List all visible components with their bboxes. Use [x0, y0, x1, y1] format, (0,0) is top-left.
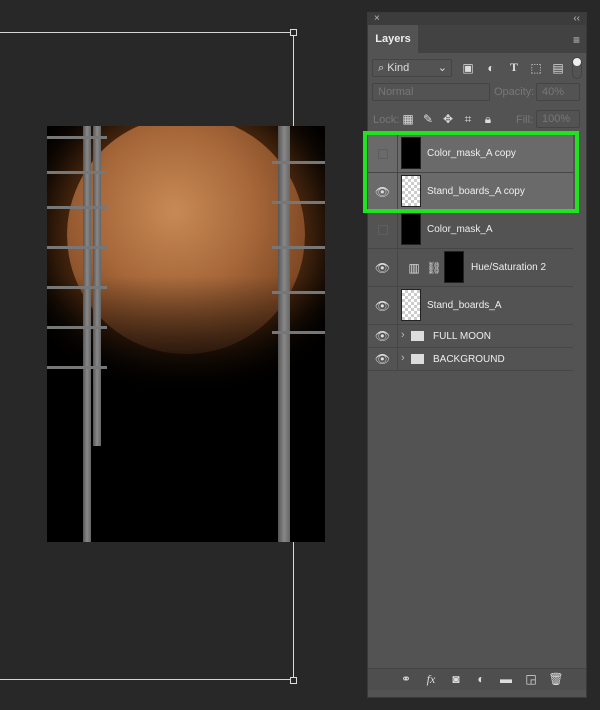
filter-kind-select[interactable]: ⌕ Kind ⌄	[372, 59, 452, 77]
mask-icon[interactable]: ◙	[448, 672, 464, 686]
layer-name: Hue/Saturation 2	[471, 262, 547, 273]
hue-saturation-icon: ▥	[408, 261, 420, 275]
filter-kind-label: Kind	[387, 62, 410, 74]
folder-icon	[411, 331, 424, 341]
adjustment-filter-icon[interactable]: ◐	[483, 61, 499, 75]
mask-thumbnail	[444, 251, 464, 283]
chevron-down-icon: ⌄	[437, 62, 447, 74]
hamburger-icon[interactable]: ≡	[573, 33, 580, 47]
ladder-rung	[272, 201, 325, 204]
smart-object-filter-icon[interactable]: ▤	[550, 61, 566, 75]
lock-transparent-icon[interactable]: ▦	[400, 112, 416, 126]
layers-panel: × ‹‹ Layers ≡ ⌕ Kind ⌄ ▣ ◐ T ⬚ ▤ Normal Opa…	[367, 12, 587, 698]
tab-layers[interactable]: Layers	[368, 25, 418, 53]
eye-icon[interactable]: 👁︎	[368, 249, 398, 286]
ladder-rung	[47, 366, 107, 369]
eye-icon[interactable]: 👁︎	[368, 348, 398, 370]
fx-icon[interactable]: fx	[423, 672, 439, 687]
ladder-rung	[272, 331, 325, 334]
canvas-artwork	[47, 126, 325, 542]
visibility-off[interactable]	[377, 224, 388, 235]
link-icon[interactable]: ⚭	[398, 672, 414, 686]
layer-thumbnail	[401, 213, 421, 245]
new-layer-icon[interactable]: ◲	[523, 672, 539, 686]
fill-input[interactable]: 100%	[536, 110, 580, 128]
group-row[interactable]: 👁︎ › FULL MOON	[368, 325, 573, 348]
ladder-rung	[47, 326, 107, 329]
ladder-rung	[272, 161, 325, 164]
lock-label: Lock:	[373, 114, 400, 126]
adjustment-icon[interactable]: ◐	[473, 672, 489, 686]
ladder-pole	[83, 126, 91, 542]
ladder-rung	[47, 136, 107, 139]
expand-chevron-icon[interactable]: ›	[401, 329, 405, 341]
filter-toggle[interactable]	[572, 57, 582, 79]
opacity-label: Opacity:	[494, 86, 535, 98]
layer-row[interactable]: 👁︎ Stand_boards_A	[368, 287, 573, 325]
shape-filter-icon[interactable]: ⬚	[528, 61, 544, 75]
panel-footer: ⚭ fx ◙ ◐ ▬ ◲ 🗑︎	[368, 668, 586, 690]
fill-label: Fill:	[516, 114, 534, 126]
layer-name: Color_mask_A	[427, 224, 493, 235]
trash-icon[interactable]: 🗑︎	[548, 672, 564, 686]
ladder-rung	[47, 206, 107, 209]
ladder-rung	[272, 291, 325, 294]
group-name: BACKGROUND	[433, 354, 505, 365]
transform-handle[interactable]	[290, 29, 297, 36]
chain-link-icon[interactable]: ⛓︎	[426, 261, 442, 275]
selection-highlight-box	[363, 131, 579, 213]
eye-icon[interactable]: 👁︎	[368, 325, 398, 347]
folder-icon	[411, 354, 424, 364]
ladder-rung	[47, 171, 107, 174]
type-filter-icon[interactable]: T	[506, 60, 522, 75]
ladder-rung	[272, 246, 325, 249]
layer-thumbnail	[401, 289, 421, 321]
layer-row[interactable]: Color_mask_A	[368, 211, 573, 249]
transform-handle[interactable]	[290, 677, 297, 684]
group-name: FULL MOON	[433, 331, 491, 342]
lock-all-icon[interactable]: 🔒︎	[480, 112, 496, 127]
ladder-rung	[47, 246, 107, 249]
ladder-rung	[47, 286, 107, 289]
folder-icon[interactable]: ▬	[498, 672, 514, 686]
lock-paint-icon[interactable]: ✎	[420, 112, 436, 126]
expand-chevron-icon[interactable]: ›	[401, 352, 405, 364]
image-filter-icon[interactable]: ▣	[460, 61, 476, 75]
layer-row[interactable]: 👁︎ ▥ ⛓︎ Hue/Saturation 2	[368, 249, 573, 287]
collapse-icon[interactable]: ‹‹	[573, 13, 580, 25]
group-row[interactable]: 👁︎ › BACKGROUND	[368, 348, 573, 371]
lock-move-icon[interactable]: ✥	[440, 112, 456, 126]
layer-name: Stand_boards_A	[427, 300, 502, 311]
lock-artboard-icon[interactable]: ⌗	[460, 112, 476, 127]
eye-icon[interactable]: 👁︎	[368, 287, 398, 324]
ladder-pole	[278, 126, 290, 542]
opacity-input[interactable]: 40%	[536, 83, 580, 101]
blend-mode-select[interactable]: Normal	[372, 83, 490, 101]
close-icon[interactable]: ×	[374, 13, 380, 25]
